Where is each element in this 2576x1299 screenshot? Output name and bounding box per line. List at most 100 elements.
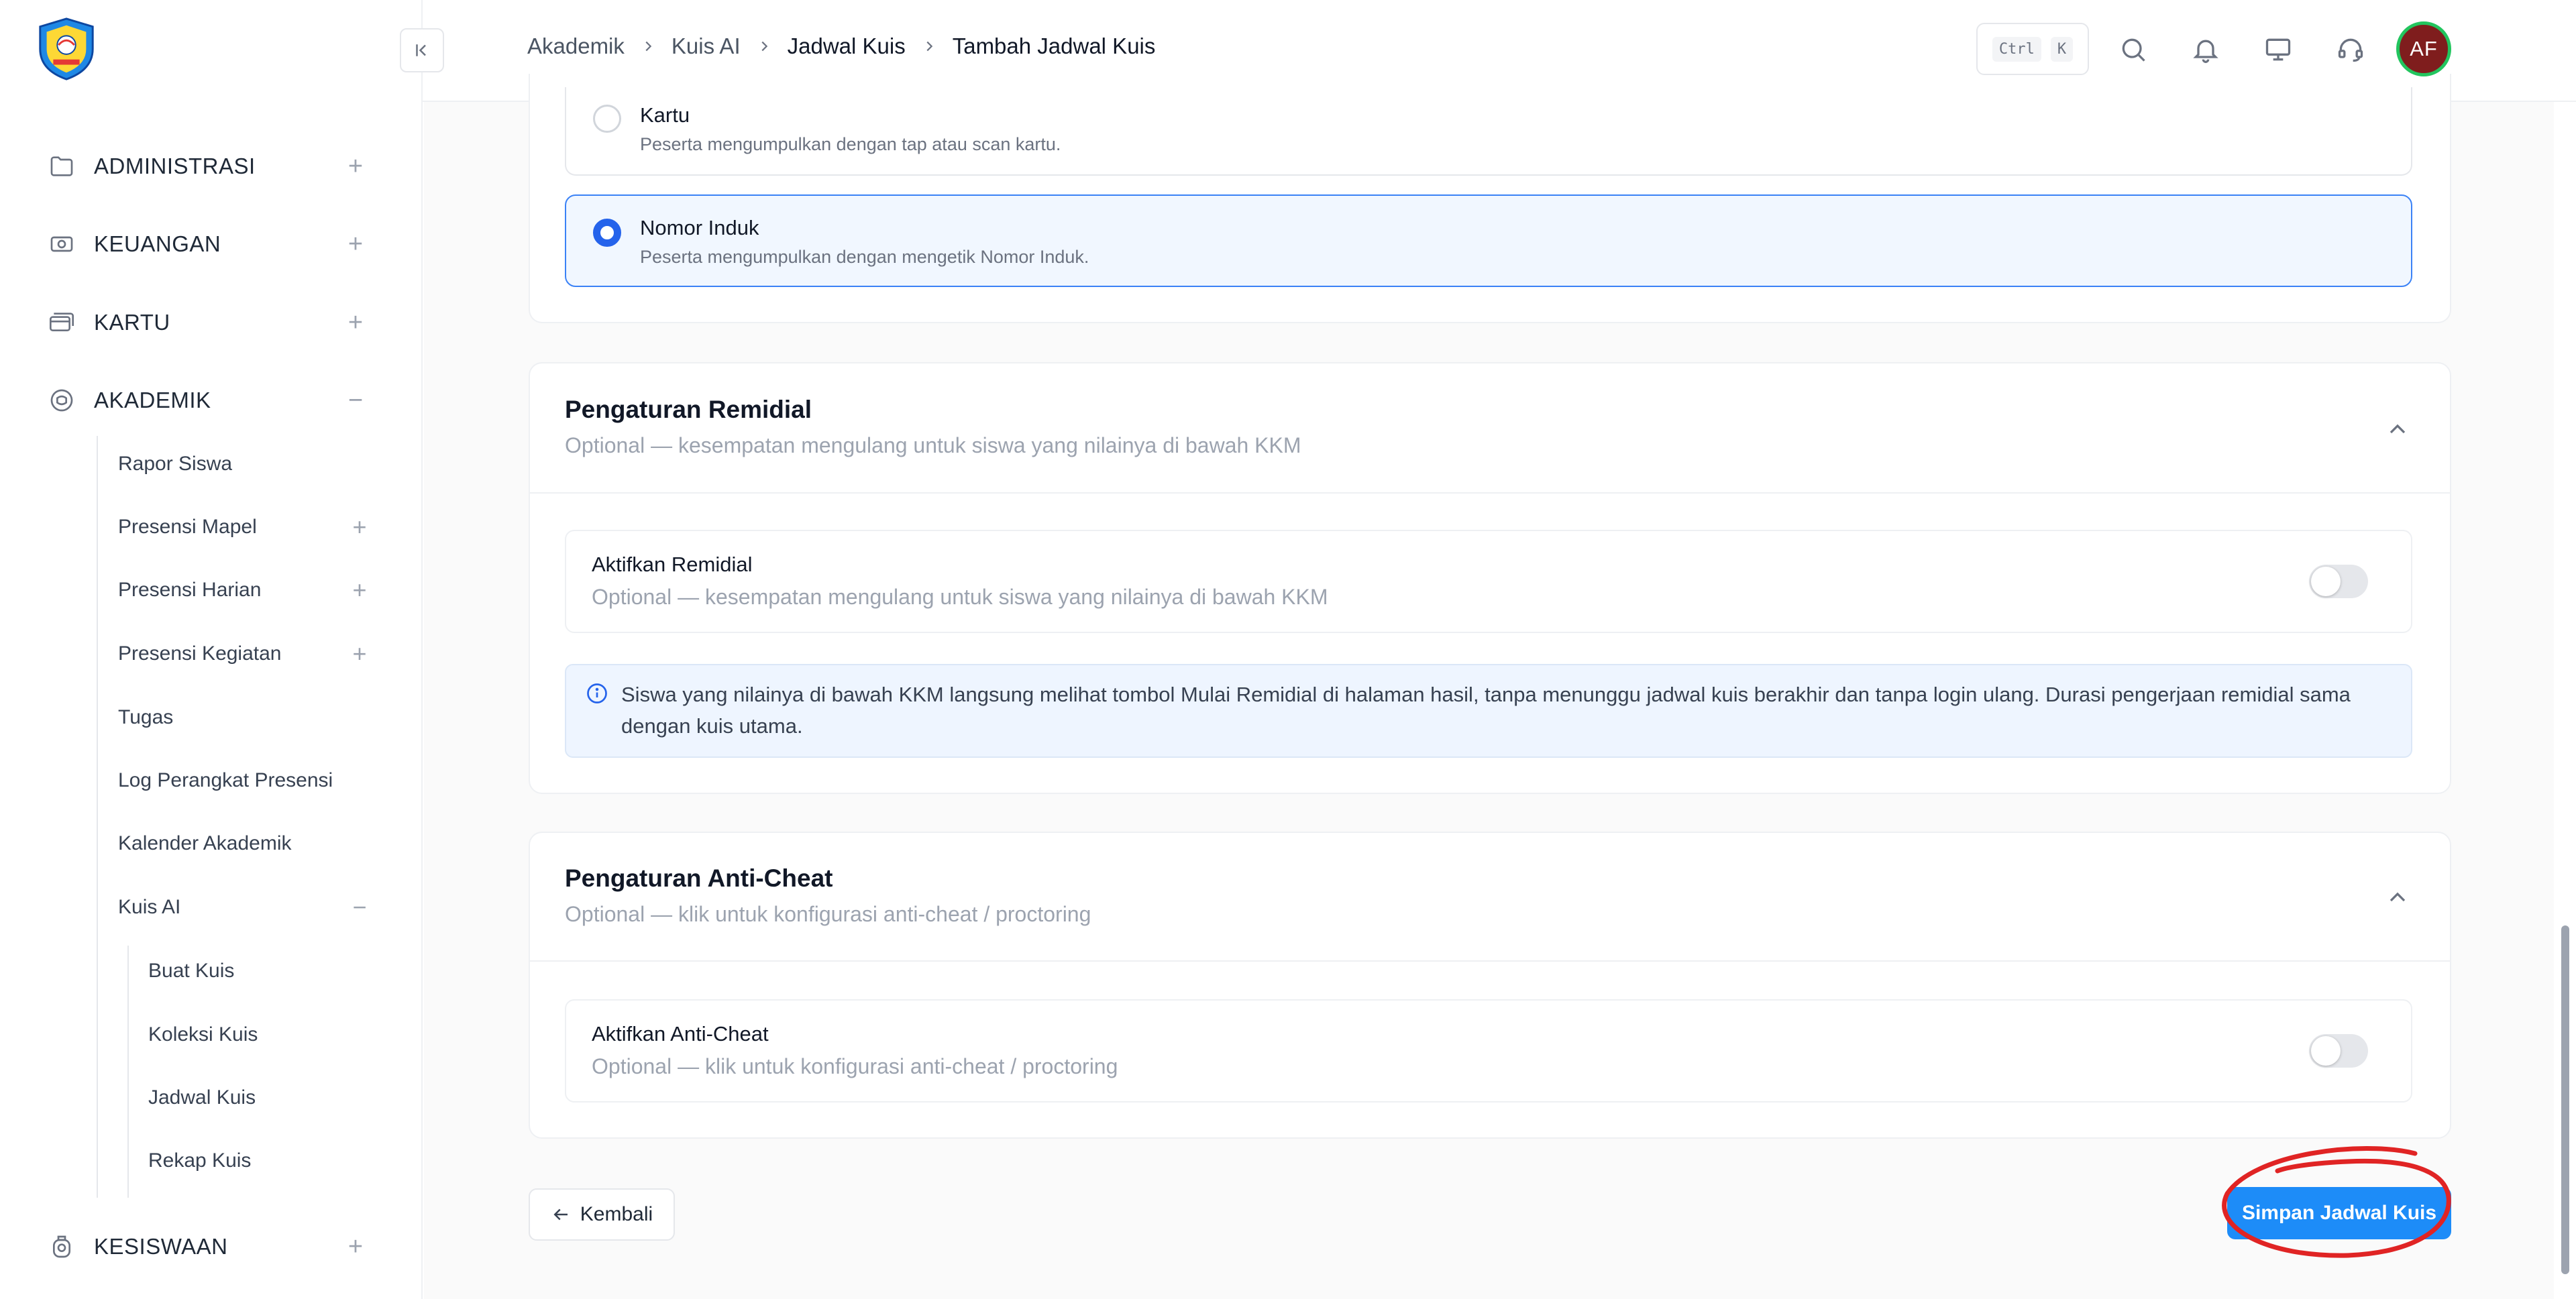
breadcrumb-current: Tambah Jadwal Kuis (952, 34, 1156, 58)
save-schedule-button[interactable]: Simpan Jadwal Kuis (2227, 1187, 2451, 1239)
search-shortcut[interactable]: Ctrl K (1976, 23, 2089, 75)
sidebar-item-label: Presensi Kegiatan (118, 642, 282, 665)
divider (530, 492, 2450, 494)
sidebar-item-buat-kuis[interactable]: Buat Kuis (148, 952, 370, 990)
collapse-icon[interactable]: − (342, 386, 369, 415)
folder-icon (47, 152, 76, 181)
collapse-icon[interactable]: − (346, 893, 373, 921)
switch-knob (2311, 567, 2341, 596)
divider (530, 960, 2450, 962)
remedial-toggle-subtitle: Optional — kesempatan mengulang untuk si… (592, 585, 1328, 609)
sidebar-item-presensi-mapel[interactable]: Presensi Mapel + (118, 508, 373, 546)
back-button-label: Kembali (580, 1203, 653, 1225)
sidebar-item-kalender-akademik[interactable]: Kalender Akademik (118, 825, 373, 862)
arrow-left-icon (553, 1208, 568, 1221)
sidebar-item-rapor-siswa[interactable]: Rapor Siswa (118, 445, 373, 483)
chevron-right-icon (757, 39, 771, 54)
remedial-toggle-row: Aktifkan Remidial Optional — kesempatan … (565, 530, 2412, 633)
anticheat-toggle-row: Aktifkan Anti-Cheat Optional — klik untu… (565, 999, 2412, 1103)
expand-icon[interactable]: + (342, 152, 369, 181)
sidebar-item-label: Rapor Siswa (118, 453, 233, 475)
chevron-up-icon[interactable] (2384, 416, 2411, 443)
sidebar-item-jadwal-kuis[interactable]: Jadwal Kuis (148, 1079, 370, 1117)
sidebar-item-label: AKADEMIK (94, 388, 211, 412)
sidebar-item-label: Presensi Harian (118, 579, 262, 601)
sidebar-item-label: KESISWAAN (94, 1234, 228, 1259)
remedial-info-text: Siswa yang nilainya di bawah KKM langsun… (621, 683, 2351, 738)
search-icon[interactable] (2114, 31, 2152, 68)
anticheat-title: Pengaturan Anti-Cheat (565, 864, 833, 892)
collapse-left-icon (416, 44, 426, 56)
avatar[interactable]: AF (2396, 21, 2451, 76)
anticheat-toggle-title: Aktifkan Anti-Cheat (592, 1022, 769, 1046)
sidebar-item-label: Presensi Mapel (118, 516, 257, 538)
radio-kartu[interactable] (593, 105, 621, 133)
remedial-toggle-title: Aktifkan Remidial (592, 553, 753, 576)
sidebar-item-label: KARTU (94, 310, 170, 335)
sidebar-item-akademik[interactable]: AKADEMIK − (47, 380, 369, 420)
info-icon (587, 683, 607, 703)
sidebar-item-tugas[interactable]: Tugas (118, 699, 373, 736)
option-desc: Peserta mengumpulkan dengan tap atau sca… (640, 134, 1061, 154)
sidebar-item-log-perangkat[interactable]: Log Perangkat Presensi (118, 762, 373, 799)
option-nomor-induk[interactable]: Nomor Induk Peserta mengumpulkan dengan … (565, 194, 2412, 287)
breadcrumb: Akademik Kuis AI Jadwal Kuis Tambah Jadw… (527, 34, 1155, 59)
breadcrumb-jadwal-kuis[interactable]: Jadwal Kuis (788, 34, 906, 59)
switch-knob (2311, 1036, 2341, 1066)
collapse-sidebar-button[interactable] (400, 28, 444, 72)
kbd-ctrl: Ctrl (1992, 36, 2041, 62)
expand-icon[interactable]: + (342, 1233, 369, 1261)
sidebar-item-label: KEUANGAN (94, 231, 221, 256)
option-title: Kartu (640, 103, 690, 127)
anticheat-subtitle: Optional — klik untuk konfigurasi anti-c… (565, 902, 1091, 926)
option-title: Nomor Induk (640, 216, 759, 239)
sidebar-item-rekap-kuis[interactable]: Rekap Kuis (148, 1142, 370, 1180)
money-icon (47, 229, 76, 259)
tree-line (127, 946, 129, 1198)
breadcrumb-akademik[interactable]: Akademik (527, 34, 625, 59)
school-logo-icon[interactable] (34, 16, 99, 82)
sidebar-item-label: Buat Kuis (148, 960, 235, 982)
expand-icon[interactable]: + (342, 308, 369, 337)
sidebar-item-kuis-ai[interactable]: Kuis AI − (118, 889, 373, 926)
scrollbar[interactable] (2561, 925, 2569, 1274)
expand-icon[interactable]: + (346, 576, 373, 604)
expand-icon[interactable]: + (342, 230, 369, 259)
sidebar-item-label: ADMINISTRASI (94, 154, 256, 178)
tree-line (97, 436, 98, 1198)
graduation-icon (47, 386, 76, 415)
chevron-right-icon (641, 39, 655, 54)
sidebar-item-label: Kuis AI (118, 896, 181, 918)
chevron-up-icon[interactable] (2384, 884, 2411, 911)
sidebar-item-presensi-harian[interactable]: Presensi Harian + (118, 571, 373, 609)
save-button-label: Simpan Jadwal Kuis (2241, 1202, 2437, 1224)
bell-icon[interactable] (2187, 31, 2224, 68)
sidebar-item-administrasi[interactable]: ADMINISTRASI + (47, 146, 369, 186)
remedial-info-box: Siswa yang nilainya di bawah KKM langsun… (565, 664, 2412, 758)
sidebar-item-presensi-kegiatan[interactable]: Presensi Kegiatan + (118, 635, 373, 673)
sidebar-item-koleksi-kuis[interactable]: Koleksi Kuis (148, 1016, 370, 1054)
radio-nomor-induk[interactable] (593, 219, 621, 247)
sidebar-item-label: Tugas (118, 706, 174, 728)
sidebar-item-kartu[interactable]: KARTU + (47, 302, 369, 343)
sidebar-item-label: Jadwal Kuis (148, 1086, 256, 1109)
breadcrumb-kuis-ai[interactable]: Kuis AI (672, 34, 741, 59)
monitor-icon[interactable] (2259, 31, 2297, 68)
option-kartu[interactable]: Kartu Peserta mengumpulkan dengan tap at… (565, 87, 2412, 176)
expand-icon[interactable]: + (346, 640, 373, 668)
anticheat-switch[interactable] (2309, 1034, 2368, 1068)
sidebar-item-keuangan[interactable]: KEUANGAN + (47, 224, 369, 264)
sidebar-item-label: Koleksi Kuis (148, 1023, 258, 1046)
expand-icon[interactable]: + (346, 513, 373, 541)
support-icon[interactable] (2332, 31, 2369, 68)
sidebar-item-label: Log Perangkat Presensi (118, 769, 333, 791)
option-desc: Peserta mengumpulkan dengan mengetik Nom… (640, 247, 1089, 267)
sidebar-item-label: Rekap Kuis (148, 1149, 252, 1172)
back-button[interactable]: Kembali (529, 1188, 675, 1241)
card-icon (47, 308, 76, 337)
kbd-k: K (2050, 36, 2074, 62)
student-icon (47, 1232, 76, 1261)
chevron-right-icon (922, 39, 936, 54)
sidebar-item-kesiswaan[interactable]: KESISWAAN + (47, 1227, 369, 1267)
remedial-switch[interactable] (2309, 565, 2368, 598)
